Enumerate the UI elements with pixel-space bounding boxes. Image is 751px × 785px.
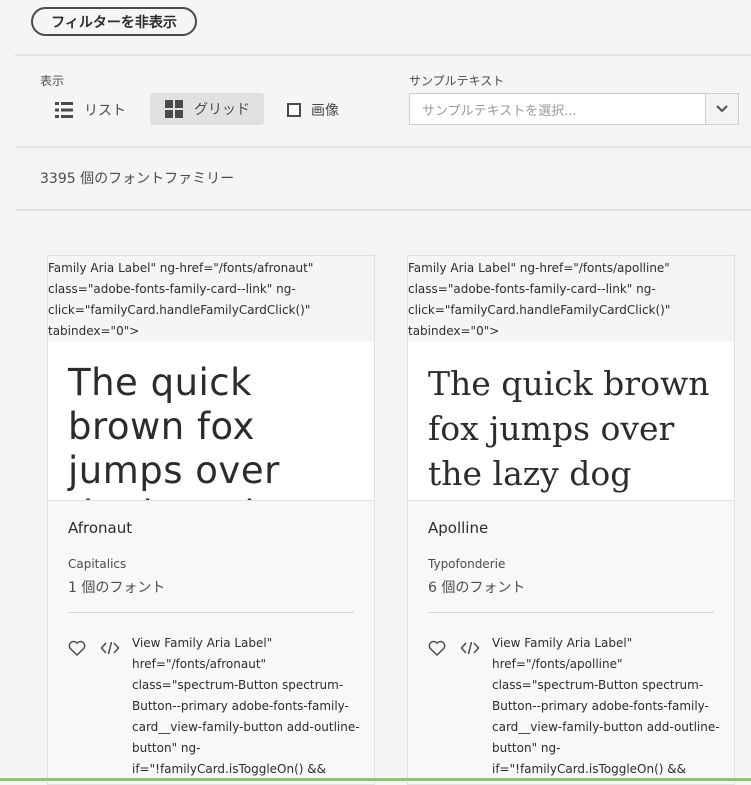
font-family-card[interactable]: Family Aria Label" ng-href="/fonts/afron…: [47, 255, 375, 785]
card-link-raw-text: Family Aria Label" ng-href="/fonts/apoll…: [408, 256, 734, 341]
heart-icon[interactable]: [428, 640, 446, 656]
card-link-raw-text: Family Aria Label" ng-href="/fonts/afron…: [48, 256, 374, 341]
family-name[interactable]: Afronaut: [68, 519, 132, 537]
sample-text-dropdown-button[interactable]: [705, 93, 739, 125]
divider: [15, 54, 751, 56]
divider: [15, 209, 751, 211]
hide-filters-button[interactable]: フィルターを非表示: [31, 7, 197, 36]
font-preview[interactable]: The quick brown fox jumps over the lazy …: [48, 341, 374, 501]
preview-text: The quick brown fox jumps over the lazy …: [68, 361, 302, 500]
card-divider: [428, 612, 714, 613]
view-grid-option[interactable]: グリッド: [150, 93, 264, 125]
grid-icon: [165, 100, 183, 118]
view-family-raw-text: View Family Aria Label" href="/fonts/afr…: [132, 636, 360, 776]
result-count: 3395 個のフォントファミリー: [40, 171, 235, 187]
heart-icon[interactable]: [68, 640, 86, 656]
font-family-card[interactable]: Family Aria Label" ng-href="/fonts/apoll…: [407, 255, 735, 785]
view-list-label: リスト: [84, 103, 126, 119]
checkbox-icon[interactable]: [287, 103, 301, 117]
view-family-raw-text: View Family Aria Label" href="/fonts/apo…: [492, 636, 720, 776]
foundry-name[interactable]: Typofonderie: [428, 557, 505, 571]
font-preview[interactable]: The quick brown fox jumps over the lazy …: [408, 341, 734, 501]
view-image-label: 画像: [311, 103, 339, 119]
card-divider: [68, 612, 354, 613]
code-icon[interactable]: [100, 640, 120, 656]
preview-text: The quick brown fox jumps over the lazy …: [428, 364, 710, 493]
view-image-option[interactable]: 画像: [287, 96, 339, 124]
font-count: 6 個のフォント: [428, 580, 526, 596]
family-name[interactable]: Apolline: [428, 519, 488, 537]
chevron-down-icon: [716, 105, 728, 113]
view-grid-label: グリッド: [194, 102, 250, 118]
font-count: 1 個のフォント: [68, 580, 166, 596]
sample-text-label: サンプルテキスト: [409, 74, 505, 88]
list-icon: [55, 102, 73, 118]
view-list-option[interactable]: リスト: [52, 96, 132, 124]
foundry-name[interactable]: Capitalics: [68, 557, 126, 571]
sample-text-input[interactable]: サンプルテキストを選択...: [409, 93, 705, 125]
divider: [15, 146, 751, 148]
display-label: 表示: [40, 74, 65, 88]
code-icon[interactable]: [460, 640, 480, 656]
